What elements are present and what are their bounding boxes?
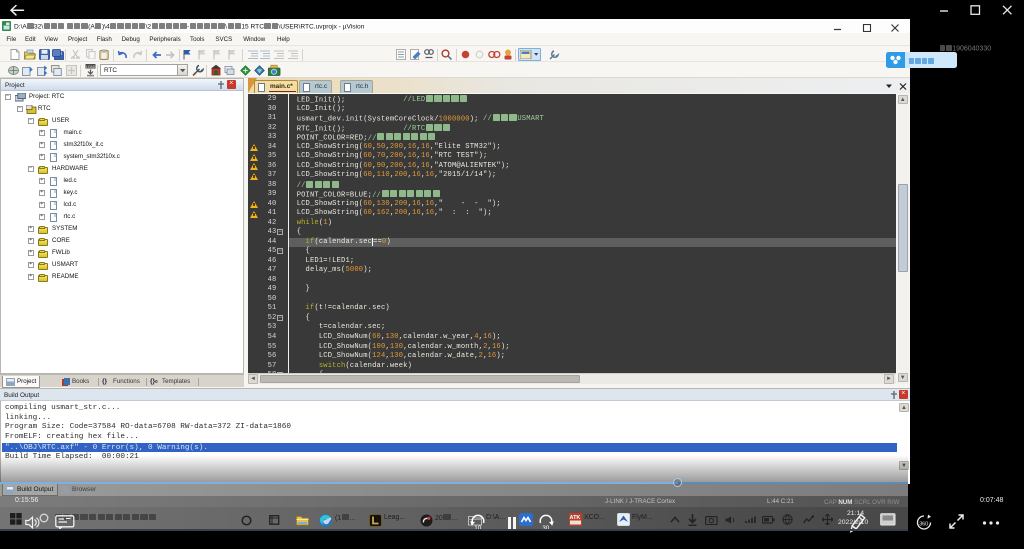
svg-text:360: 360 [919, 522, 928, 528]
svg-text:ATK: ATK [570, 515, 581, 521]
svg-text:LOAD: LOAD [86, 64, 96, 68]
